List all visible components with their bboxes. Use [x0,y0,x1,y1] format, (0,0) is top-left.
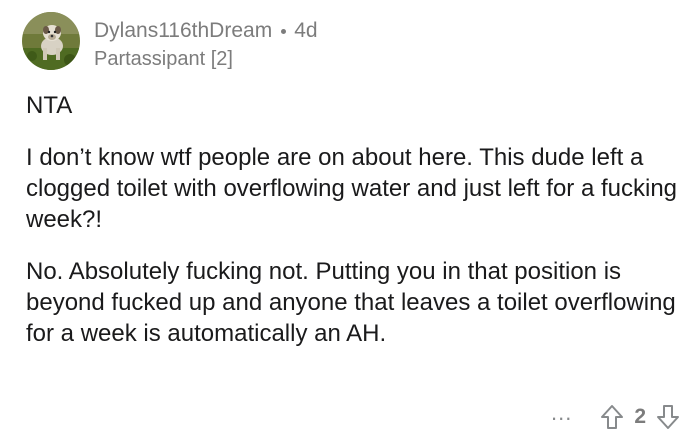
dog-avatar-icon[interactable] [22,12,80,70]
vote-score: 2 [634,405,646,428]
comment-header: Dylans116thDream 4d Partassipant [2] [22,12,318,72]
meta-line: Dylans116thDream 4d [94,18,318,44]
upvote-arrow-icon[interactable] [600,404,624,430]
username-link[interactable]: Dylans116thDream [94,18,272,44]
comment-meta: Dylans116thDream 4d Partassipant [2] [94,18,318,72]
comment-paragraph: NTA [26,92,73,119]
separator-dot [281,28,287,34]
user-flair: Partassipant [2] [94,48,233,70]
comment-paragraph: No. Absolutely fucking not. Putting you … [26,258,676,347]
downvote-arrow-icon[interactable] [656,404,680,430]
comment-age: 4d [294,19,318,42]
comment-body: NTA I don’t know wtf people are on about… [26,90,686,370]
comment: Dylans116thDream 4d Partassipant [2] NTA… [0,0,700,445]
comment-actions: ... 2 [551,402,680,431]
more-options-icon[interactable]: ... [551,402,572,431]
comment-paragraph: I don’t know wtf people are on about her… [26,144,678,233]
